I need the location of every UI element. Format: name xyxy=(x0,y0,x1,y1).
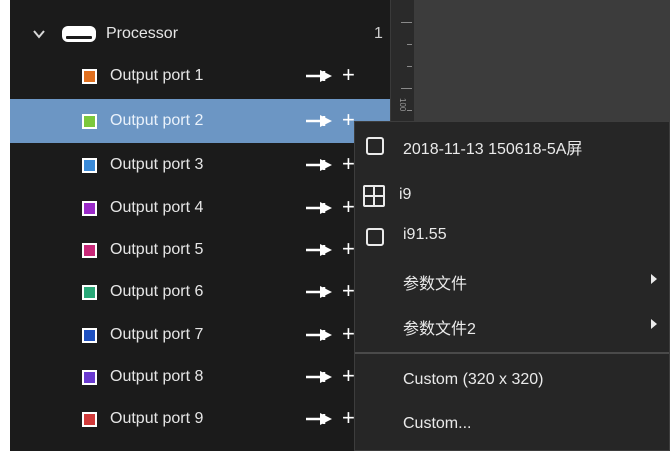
color-swatch-icon xyxy=(82,285,97,300)
output-port-label: Output port 9 xyxy=(110,410,204,427)
menu-item-preset[interactable]: 2018-11-13 150618-5A屏 xyxy=(355,123,669,167)
color-swatch-icon xyxy=(82,114,97,129)
add-icon[interactable]: + xyxy=(342,407,355,429)
color-swatch-icon xyxy=(82,69,97,84)
menu-item-submenu[interactable]: 参数文件2 xyxy=(355,303,669,347)
pin-arrow-icon[interactable] xyxy=(304,411,334,427)
output-port-label: Output port 3 xyxy=(110,156,204,173)
menu-item-label: Custom... xyxy=(403,415,472,432)
menu-item-label: 参数文件 xyxy=(403,276,468,293)
pin-arrow-icon[interactable] xyxy=(304,68,334,84)
tree-row-output-port[interactable]: Output port 8 + xyxy=(10,355,390,399)
pin-arrow-icon[interactable] xyxy=(304,113,334,129)
processor-icon xyxy=(62,26,96,42)
menu-item-label: 2018-11-13 150618-5A屏 xyxy=(403,141,583,158)
pin-arrow-icon[interactable] xyxy=(304,242,334,258)
chevron-down-icon[interactable] xyxy=(32,27,46,41)
output-port-label: Output port 1 xyxy=(110,67,204,84)
submenu-arrow-icon xyxy=(651,274,657,284)
pin-arrow-icon[interactable] xyxy=(304,369,334,385)
pin-arrow-icon[interactable] xyxy=(304,284,334,300)
color-swatch-icon xyxy=(82,370,97,385)
tree-row-output-port[interactable]: Output port 9 + xyxy=(10,397,390,441)
tree-row-output-port-selected[interactable]: Output port 2 + xyxy=(10,99,390,143)
tree-row-output-port[interactable]: Output port 4 + xyxy=(10,186,390,230)
tree-row-output-port[interactable]: Output port 5 + xyxy=(10,228,390,272)
color-swatch-icon xyxy=(82,243,97,258)
color-swatch-icon xyxy=(82,412,97,427)
add-icon[interactable]: + xyxy=(342,109,355,131)
add-icon[interactable]: + xyxy=(342,64,355,86)
color-swatch-icon xyxy=(82,328,97,343)
ruler-number: 100 xyxy=(398,98,407,112)
tree-row-output-port[interactable]: Output port 1 + xyxy=(10,54,390,98)
output-port-label: Output port 7 xyxy=(110,326,204,343)
menu-item-label: i91.55 xyxy=(403,226,447,243)
menu-separator xyxy=(355,352,669,354)
menu-item-label: i9 xyxy=(399,186,412,203)
color-swatch-icon xyxy=(82,201,97,216)
pin-arrow-icon[interactable] xyxy=(304,157,334,173)
submenu-arrow-icon xyxy=(651,319,657,329)
grid-icon xyxy=(363,185,385,207)
output-port-label: Output port 6 xyxy=(110,283,204,300)
checkbox-icon xyxy=(366,228,384,246)
add-icon[interactable]: + xyxy=(342,196,355,218)
color-swatch-icon xyxy=(82,158,97,173)
processor-label: Processor xyxy=(106,25,179,42)
context-menu: 2018-11-13 150618-5A屏 i9 i91.55 参数文件 参数文… xyxy=(354,121,670,451)
checkbox-icon xyxy=(366,137,384,155)
menu-item-custom-size[interactable]: Custom (320 x 320) xyxy=(355,359,669,403)
pin-arrow-icon[interactable] xyxy=(304,327,334,343)
output-port-label: Output port 4 xyxy=(110,199,204,216)
tree-row-output-port[interactable]: Output port 7 + xyxy=(10,313,390,357)
add-icon[interactable]: + xyxy=(342,323,355,345)
menu-item-custom[interactable]: Custom... xyxy=(355,403,669,447)
menu-item-label: 参数文件2 xyxy=(403,321,476,338)
add-icon[interactable]: + xyxy=(342,365,355,387)
processor-count: 1 xyxy=(374,25,383,42)
add-icon[interactable]: + xyxy=(342,153,355,175)
output-port-label: Output port 2 xyxy=(110,112,204,129)
menu-item-preset[interactable]: i9 xyxy=(355,174,669,218)
output-port-label: Output port 5 xyxy=(110,241,204,258)
tree-row-processor[interactable]: Processor 1 xyxy=(10,12,390,56)
menu-item-submenu[interactable]: 参数文件 xyxy=(355,258,669,302)
add-icon[interactable]: + xyxy=(342,238,355,260)
tree-row-output-port[interactable]: Output port 3 + xyxy=(10,143,390,187)
tree-row-output-port[interactable]: Output port 6 + xyxy=(10,270,390,314)
menu-item-label: Custom (320 x 320) xyxy=(403,371,544,388)
menu-item-preset[interactable]: i91.55 xyxy=(355,214,669,258)
add-icon[interactable]: + xyxy=(342,280,355,302)
output-port-label: Output port 8 xyxy=(110,368,204,385)
pin-arrow-icon[interactable] xyxy=(304,200,334,216)
